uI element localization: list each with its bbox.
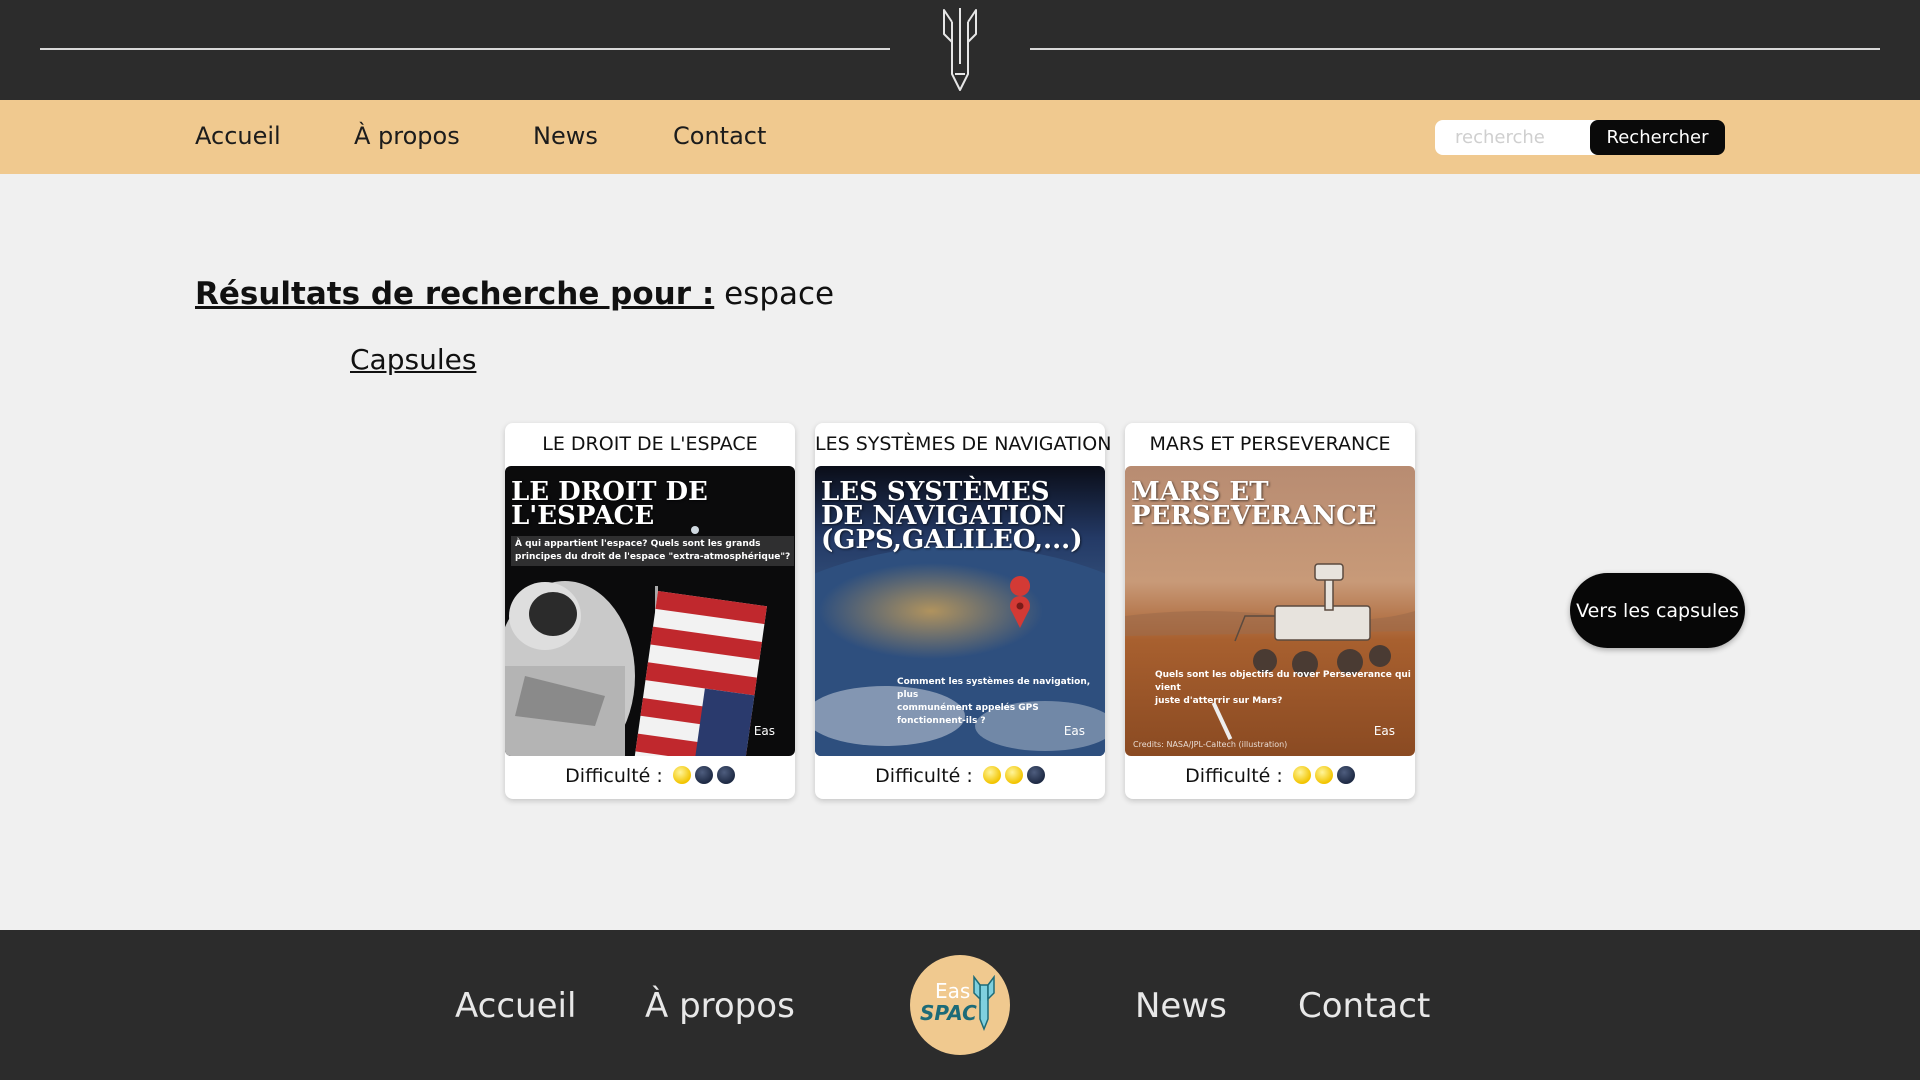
card-image-subtitle: À qui appartient l'espace? Quels sont le… — [511, 536, 795, 566]
rocket-icon[interactable] — [936, 4, 984, 94]
difficulty-dot-empty — [1336, 766, 1355, 784]
main-nav: Accueil À propos News Contact Recherche r — [0, 100, 1920, 174]
footer-link-a-propos[interactable]: À propos — [645, 986, 795, 1026]
search-button[interactable]: Rechercher — [1590, 120, 1725, 155]
top-header — [0, 0, 1920, 100]
card-image-title: LES SYSTÈMES DE NAVIGATION (GPS,GALILEO,… — [821, 477, 1083, 555]
difficulty-dot-filled — [672, 766, 691, 784]
search-input[interactable] — [1435, 120, 1605, 155]
card-title: MARS ET PERSEVERANCE — [1149, 433, 1391, 455]
footer-link-news[interactable]: News — [1135, 986, 1227, 1026]
card-image-subtitle: Quels sont les objectifs du rover Persev… — [1155, 670, 1411, 706]
nav-news[interactable]: News — [533, 122, 598, 150]
nav-a-propos[interactable]: À propos — [354, 122, 460, 150]
footer-link-accueil[interactable]: Accueil — [455, 986, 576, 1026]
capsule-card[interactable]: LES SYSTÈMES DE NAVIGATION LES SYSTÈMES … — [815, 423, 1112, 799]
footer-logo-text: Eas — [935, 979, 971, 1003]
difficulty-dot-empty — [716, 766, 735, 784]
card-title: LE DROIT DE L'ESPACE — [542, 433, 758, 455]
rocket-icon — [973, 975, 995, 1031]
header-divider-left — [40, 48, 890, 50]
results-heading: Résultats de recherche pour : espace — [195, 276, 834, 312]
difficulty-dot-filled — [982, 766, 1001, 784]
results-label: Résultats de recherche pour : — [195, 276, 715, 312]
section-title-capsules[interactable]: Capsules — [350, 343, 476, 376]
header-divider-right — [1030, 48, 1880, 50]
card-image-title: MARS ET PERSEVERANCE — [1131, 477, 1377, 531]
difficulty-dot-empty — [694, 766, 713, 784]
card-image-title: LE DROIT DE L'ESPACE — [511, 477, 708, 531]
to-capsules-button[interactable]: Vers les capsules — [1570, 573, 1745, 648]
footer: Accueil À propos Eas SPAC News Contact — [0, 930, 1920, 1080]
capsule-image[interactable]: LE DROIT DE L'ESPACE À qui appartient l'… — [505, 466, 795, 756]
difficulty-dot-filled — [1004, 766, 1023, 784]
search-query: espace — [724, 276, 835, 312]
capsule-image[interactable]: MARS ET PERSEVERANCE Quels sont les obje… — [1125, 466, 1415, 756]
capsule-image[interactable]: LES SYSTÈMES DE NAVIGATION (GPS,GALILEO,… — [815, 466, 1105, 756]
footer-logo[interactable]: Eas SPAC — [910, 955, 1010, 1055]
capsule-card[interactable]: MARS ET PERSEVERANCE MARS ET PERSEVERANC… — [1125, 423, 1415, 799]
card-image-credit: Credits: NASA/JPL-Caltech (illustration) — [1133, 740, 1288, 749]
nav-contact[interactable]: Contact — [673, 122, 766, 150]
card-image-brand: Eas — [1063, 724, 1085, 738]
footer-link-contact[interactable]: Contact — [1298, 986, 1430, 1026]
difficulty-rating: Difficulté : — [815, 765, 1105, 787]
card-image-subtitle: Comment les systèmes de navigation, plus… — [897, 677, 1091, 726]
nav-accueil[interactable]: Accueil — [195, 122, 281, 150]
difficulty-dot-filled — [1314, 766, 1333, 784]
difficulty-rating: Difficulté : — [1125, 765, 1415, 787]
difficulty-dot-empty — [1026, 766, 1045, 784]
difficulty-dot-filled — [1292, 766, 1311, 784]
capsule-card[interactable]: LE DROIT DE L'ESPACE LE DROIT DE L'ESPAC… — [505, 423, 795, 799]
footer-logo-text: SPAC — [920, 1001, 977, 1025]
search-form: Recherche r — [1435, 120, 1725, 155]
card-image-brand: Eas — [1373, 724, 1395, 738]
card-image-brand: Eas — [753, 724, 775, 738]
difficulty-rating: Difficulté : — [505, 765, 795, 787]
card-title: LES SYSTÈMES DE NAVIGATION — [815, 433, 1112, 455]
